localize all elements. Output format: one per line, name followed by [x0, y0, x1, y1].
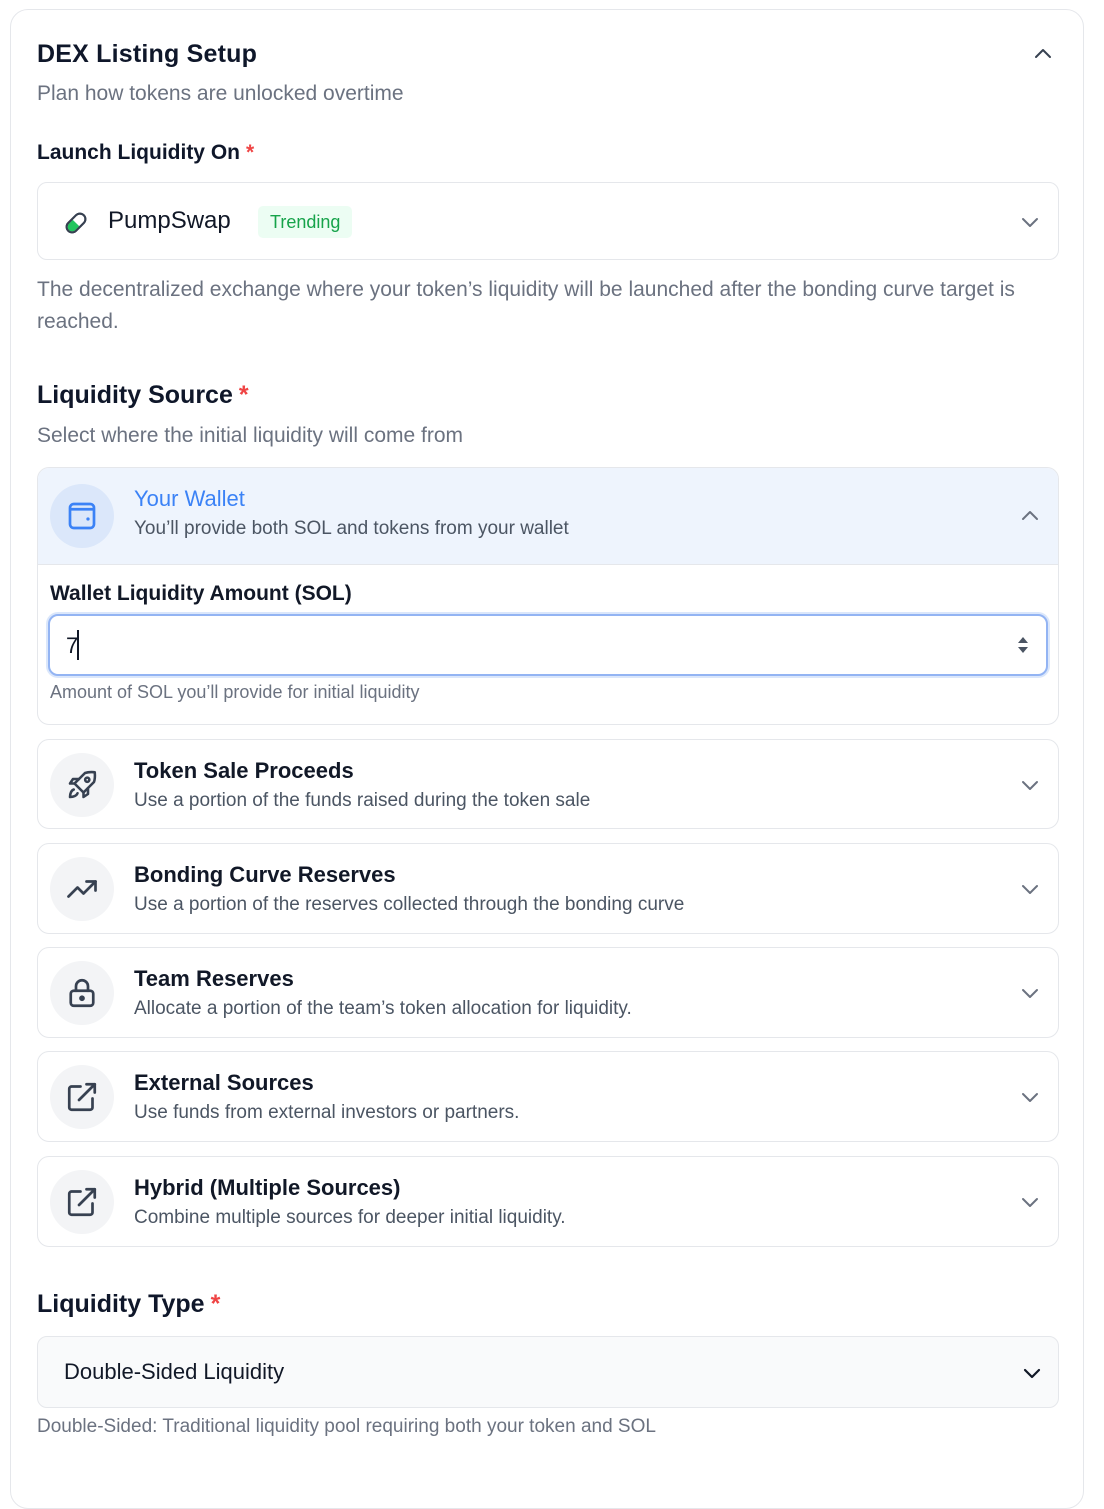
dex-selected-name: PumpSwap	[108, 207, 231, 234]
source-option-hybrid[interactable]: Hybrid (Multiple Sources) Combine multip…	[37, 1156, 1059, 1247]
chevron-down-icon	[1022, 989, 1038, 998]
trending-badge: Trending	[258, 206, 353, 238]
source-option-title: Team Reserves	[134, 966, 294, 991]
external-link-icon	[50, 1065, 114, 1129]
section-subtitle: Plan how tokens are unlocked overtime	[37, 82, 404, 105]
source-option-wallet: Your Wallet You’ll provide both SOL and …	[37, 467, 1059, 725]
required-mark: *	[246, 141, 255, 164]
liquidity-source-title: Liquidity Source *	[37, 381, 249, 410]
external-link-icon	[50, 1170, 114, 1234]
source-option-title: Token Sale Proceeds	[134, 758, 354, 783]
source-option-title: Bonding Curve Reserves	[134, 862, 396, 887]
source-option-desc: Allocate a portion of the team’s token a…	[134, 998, 632, 1019]
source-option-title: External Sources	[134, 1070, 314, 1095]
source-option-desc: You’ll provide both SOL and tokens from …	[134, 518, 569, 539]
source-option-wallet-header[interactable]: Your Wallet You’ll provide both SOL and …	[38, 468, 1058, 565]
source-option-external[interactable]: External Sources Use funds from external…	[37, 1051, 1059, 1142]
required-mark: *	[238, 381, 249, 409]
text-cursor	[77, 630, 79, 660]
collapse-section-button[interactable]	[1029, 40, 1057, 68]
trending-up-icon	[50, 857, 114, 921]
chevron-down-icon	[1022, 218, 1038, 227]
source-option-token-sale[interactable]: Token Sale Proceeds Use a portion of the…	[37, 739, 1059, 829]
lock-icon	[50, 961, 114, 1025]
liquidity-type-title: Liquidity Type *	[37, 1290, 220, 1319]
required-mark: *	[210, 1290, 221, 1318]
section-title: DEX Listing Setup	[37, 40, 258, 68]
pill-icon	[65, 212, 87, 234]
number-stepper-icon[interactable]	[1016, 632, 1030, 658]
liquidity-type-title-text: Liquidity Type	[37, 1290, 205, 1318]
source-option-title: Your Wallet	[134, 486, 245, 511]
launch-help-text: The decentralized exchange where your to…	[37, 278, 1015, 333]
wallet-amount-input[interactable]	[64, 626, 988, 666]
source-option-title: Hybrid (Multiple Sources)	[134, 1175, 401, 1200]
source-option-bonding-curve[interactable]: Bonding Curve Reserves Use a portion of …	[37, 843, 1059, 934]
source-option-desc: Combine multiple sources for deeper init…	[134, 1207, 566, 1228]
source-option-desc: Use a portion of the funds raised during…	[134, 790, 591, 811]
liquidity-type-value: Double-Sided Liquidity	[64, 1359, 285, 1384]
chevron-down-icon	[1022, 1198, 1038, 1207]
source-option-desc: Use a portion of the reserves collected …	[134, 894, 685, 915]
chevron-down-icon	[1023, 1368, 1041, 1379]
liquidity-type-select[interactable]: Double-Sided Liquidity	[37, 1336, 1059, 1408]
chevron-down-icon	[1022, 885, 1038, 894]
launch-liquidity-label: Launch Liquidity On *	[37, 141, 254, 165]
chevron-up-icon	[1035, 49, 1051, 58]
chevron-down-icon	[1022, 781, 1038, 790]
wallet-amount-field	[48, 614, 1048, 676]
chevron-down-icon	[1022, 1093, 1038, 1102]
dex-select[interactable]: PumpSwap Trending	[37, 182, 1059, 260]
liquidity-source-title-text: Liquidity Source	[37, 381, 233, 409]
chevron-up-icon	[1022, 511, 1038, 520]
liquidity-source-subtitle: Select where the initial liquidity will …	[37, 424, 463, 447]
source-option-team-reserves[interactable]: Team Reserves Allocate a portion of the …	[37, 947, 1059, 1038]
dex-listing-card: DEX Listing Setup Plan how tokens are un…	[10, 9, 1084, 1509]
source-option-desc: Use funds from external investors or par…	[134, 1102, 520, 1123]
wallet-amount-label: Wallet Liquidity Amount (SOL)	[50, 582, 352, 605]
wallet-icon	[50, 484, 114, 548]
launch-liquidity-label-text: Launch Liquidity On	[37, 141, 240, 164]
wallet-amount-help: Amount of SOL you’ll provide for initial…	[50, 682, 420, 702]
rocket-icon	[50, 753, 114, 817]
liquidity-type-help: Double-Sided: Traditional liquidity pool…	[37, 1416, 656, 1437]
